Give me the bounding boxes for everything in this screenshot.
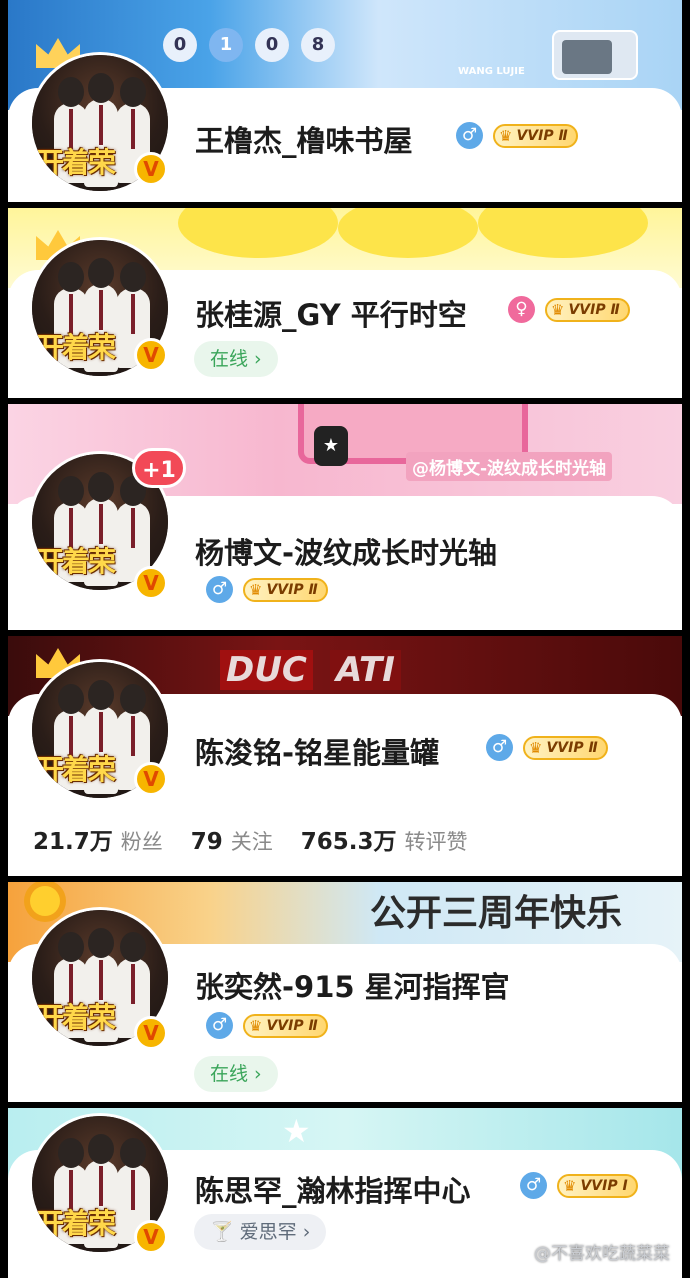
crown-icon: ♛: [551, 300, 565, 319]
online-status-pill[interactable]: 在线 ›: [194, 341, 278, 377]
avatar-caption: 开着荣: [36, 331, 116, 364]
stats-row: 21.7万 粉丝 79 关注 765.3万 转评赞: [33, 822, 468, 856]
avatar-caption: 开着荣: [36, 753, 116, 786]
watermark: @不喜欢吃蔬菜菜: [534, 1244, 670, 1264]
verified-badge-icon: V: [134, 762, 168, 796]
banner-caption: @杨博文-波纹成长时光轴: [406, 452, 613, 481]
badge-row: ♂ ♛ VVIP Ⅱ: [206, 1012, 328, 1039]
camera-sticker: [552, 30, 638, 80]
male-icon: ♂: [486, 734, 513, 761]
male-icon: ♂: [206, 1012, 233, 1039]
profile-name[interactable]: 杨博文-波纹成长时光轴: [195, 530, 497, 572]
banner-digit: 0: [255, 28, 289, 62]
star-icon: ★: [282, 1112, 311, 1150]
crown-icon: ♛: [249, 580, 263, 599]
crown-icon: ♛: [499, 126, 513, 145]
cocktail-icon: 🍸: [210, 1221, 234, 1243]
profile-name[interactable]: 陈思罕_瀚林指挥中心: [195, 1168, 471, 1210]
banner-digit: 1: [209, 28, 243, 62]
verified-badge-icon: V: [134, 1016, 168, 1050]
banner-caption: WANG LUJIE: [458, 66, 525, 77]
vvip-badge[interactable]: ♛ VVIP Ⅱ: [523, 735, 608, 760]
verified-badge-icon: V: [134, 566, 168, 600]
profile-name[interactable]: 张奕然-915 星河指挥官: [195, 964, 510, 1006]
male-icon: ♂: [206, 576, 233, 603]
vvip-label: VVIP Ⅱ: [516, 127, 568, 144]
profile-card-3[interactable]: ★ @杨博文-波纹成长时光轴 开着荣 V +1 杨博文-波纹成长时光轴 ♂ ♛ V…: [8, 404, 682, 630]
crown-icon: ♛: [563, 1176, 577, 1195]
profile-card-2[interactable]: 开着荣 V 张桂源_GY 平行时空 ♀ ♛ VVIP Ⅱ 在线 ›: [8, 208, 682, 398]
profile-card-5[interactable]: 公开三周年快乐 开着荣 V 张奕然-915 星河指挥官 ♂ ♛ VVIP Ⅱ 在线…: [8, 882, 682, 1102]
online-status-pill[interactable]: 在线 ›: [194, 1056, 278, 1092]
vvip-label: VVIP Ⅰ: [580, 1177, 628, 1194]
banner-digit-row: 0 1 0 8: [163, 28, 335, 62]
fan-club-pill[interactable]: 🍸 爱思罕 ›: [194, 1214, 327, 1250]
profile-card-6[interactable]: ★ 开着荣 V 陈思罕_瀚林指挥中心 ♂ ♛ VVIP Ⅰ 🍸 爱思罕 › @不喜欢…: [8, 1108, 682, 1278]
verified-badge-icon: V: [134, 1220, 168, 1254]
banner-digit: 0: [163, 28, 197, 62]
profile-card-4[interactable]: DUC ATI 开着荣 V 陈浚铭-铭星能量罐 ♂ ♛ VVIP Ⅱ 21.7万粉…: [8, 636, 682, 876]
vvip-badge[interactable]: ♛ VVIP Ⅱ: [243, 577, 328, 602]
verified-badge-icon: V: [134, 338, 168, 372]
badge-row: ♂ ♛ VVIP Ⅱ: [206, 576, 328, 603]
vvip-badge[interactable]: ♛ VVIP Ⅰ: [557, 1173, 638, 1198]
vvip-badge[interactable]: ♛ VVIP Ⅱ: [545, 297, 630, 322]
profile-name[interactable]: 陈浚铭-铭星能量罐: [195, 730, 439, 772]
vvip-label: VVIP Ⅱ: [266, 581, 318, 598]
vvip-label: VVIP Ⅱ: [568, 301, 620, 318]
avatar-caption: 开着荣: [36, 1001, 116, 1034]
profile-card-1[interactable]: 0 1 0 8 WANG LUJIE 开着荣 V 王橹杰_橹味书屋 ♂ ♛ VVI…: [8, 0, 682, 202]
banner-caption: ATI: [330, 650, 401, 690]
badge-row: ♂ ♛ VVIP Ⅱ: [486, 734, 608, 761]
crown-icon: ♛: [249, 1016, 263, 1035]
male-icon: ♂: [520, 1172, 547, 1199]
female-icon: ♀: [508, 296, 535, 323]
male-icon: ♂: [456, 122, 483, 149]
vvip-label: VVIP Ⅱ: [546, 739, 598, 756]
stat-followers[interactable]: 21.7万 粉丝: [33, 822, 163, 856]
vvip-label: VVIP Ⅱ: [266, 1017, 318, 1034]
avatar-caption: 开着荣: [36, 146, 116, 179]
vvip-badge[interactable]: ♛ VVIP Ⅱ: [243, 1013, 328, 1038]
verified-badge-icon: V: [134, 152, 168, 186]
profile-name[interactable]: 张桂源_GY 平行时空: [195, 292, 467, 334]
avatar-caption: 开着荣: [36, 1207, 116, 1240]
vvip-badge[interactable]: ♛ VVIP Ⅱ: [493, 123, 578, 148]
crown-icon: ♛: [529, 738, 543, 757]
avatar-caption: 开着荣: [36, 545, 116, 578]
stat-interactions[interactable]: 765.3万 转评赞: [301, 822, 468, 856]
fan-club-label: 爱思罕 ›: [239, 1221, 311, 1243]
profile-name[interactable]: 王橹杰_橹味书屋: [195, 118, 413, 160]
banner-caption: 公开三周年快乐: [370, 893, 623, 934]
notification-badge[interactable]: +1: [132, 448, 186, 488]
banner-digit: 8: [301, 28, 335, 62]
badge-row: ♂ ♛ VVIP Ⅰ: [520, 1172, 638, 1199]
badge-row: ♀ ♛ VVIP Ⅱ: [508, 296, 630, 323]
banner-caption: DUC: [220, 650, 313, 690]
stat-following[interactable]: 79 关注: [191, 826, 273, 856]
badge-row: ♂ ♛ VVIP Ⅱ: [456, 122, 578, 149]
star-icon: ★: [314, 426, 348, 466]
